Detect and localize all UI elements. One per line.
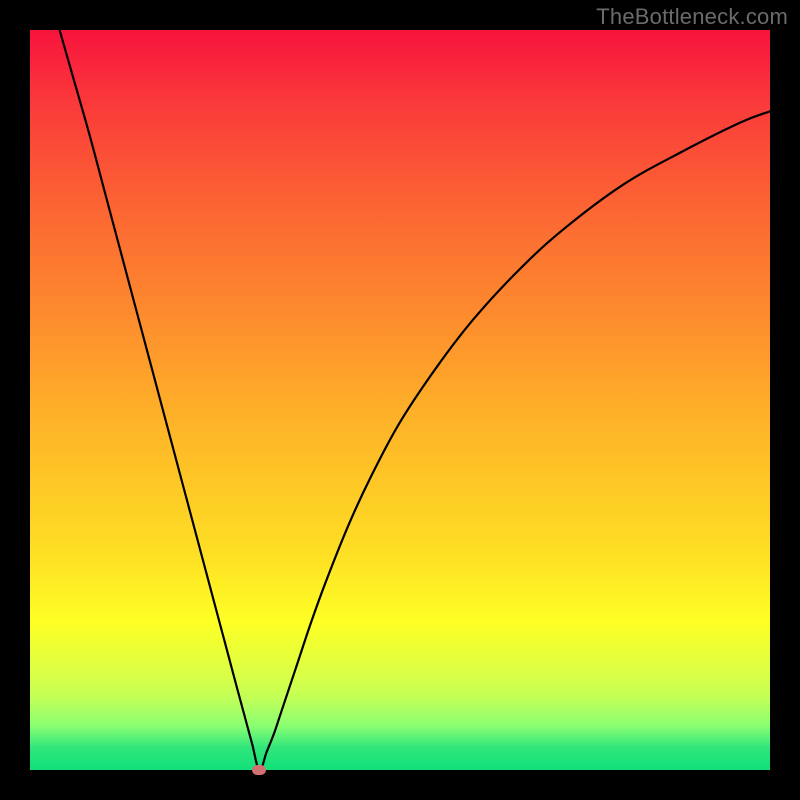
optimum-marker xyxy=(252,765,266,775)
chart-frame: TheBottleneck.com xyxy=(0,0,800,800)
plot-area xyxy=(30,30,770,770)
bottleneck-curve xyxy=(30,30,770,770)
watermark-text: TheBottleneck.com xyxy=(596,4,788,30)
